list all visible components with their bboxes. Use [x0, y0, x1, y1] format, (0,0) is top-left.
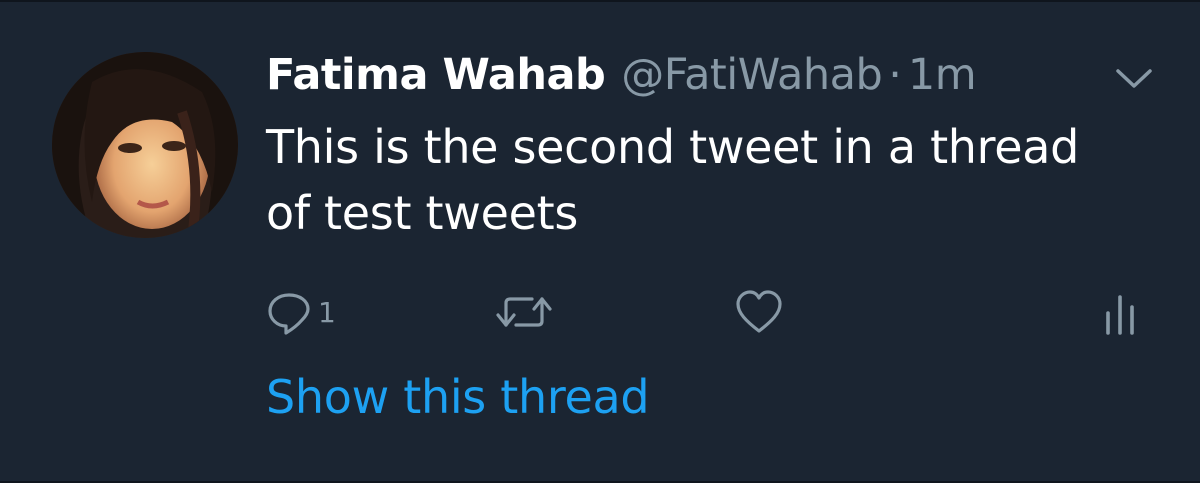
analytics-button[interactable] — [1100, 282, 1140, 342]
analytics-icon — [1106, 295, 1134, 335]
tweet-header: Fatima Wahab @FatiWahab · 1m — [266, 50, 977, 110]
separator: · — [888, 50, 902, 100]
reply-count: 1 — [318, 295, 336, 329]
heart-icon — [736, 290, 782, 333]
reply-button[interactable]: 1 — [266, 282, 336, 342]
avatar[interactable] — [52, 52, 238, 238]
like-button[interactable] — [734, 282, 784, 342]
show-thread-link[interactable]: Show this thread — [266, 370, 650, 424]
timestamp[interactable]: 1m — [908, 50, 977, 100]
retweet-button[interactable] — [494, 282, 554, 342]
author-handle[interactable]: @FatiWahab — [621, 50, 882, 100]
retweet-icon — [496, 297, 552, 327]
author-name[interactable]: Fatima Wahab — [266, 50, 606, 100]
chevron-down-icon[interactable] — [1114, 66, 1154, 92]
avatar-image — [52, 52, 238, 238]
reply-icon — [268, 293, 310, 335]
tweet-card[interactable]: Fatima Wahab @FatiWahab · 1m This is the… — [0, 0, 1200, 483]
tweet-actions: 1 — [0, 282, 1200, 342]
tweet-text: This is the second tweet in a thread of … — [266, 120, 1080, 240]
